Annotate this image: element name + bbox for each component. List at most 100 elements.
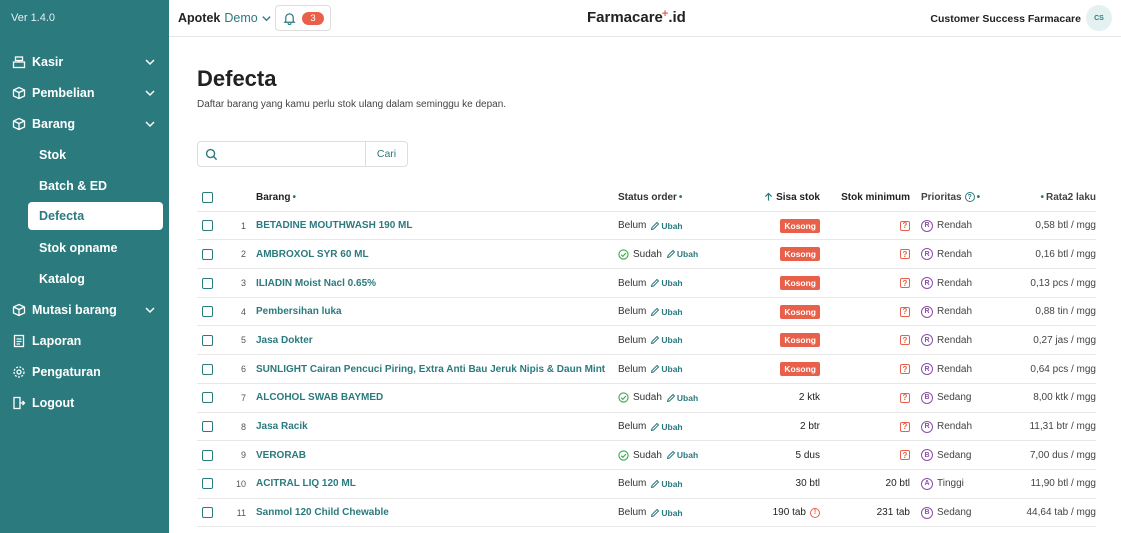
- question-icon[interactable]: ?: [900, 220, 910, 231]
- header-prioritas[interactable]: Prioritas? •: [921, 183, 980, 211]
- sisa-stok: Kosong: [780, 326, 820, 354]
- table-row[interactable]: 2 AMBROXOL SYR 60 ML Sudah Ubah Kosong? R Rend…: [197, 240, 1096, 270]
- sidebar-item-stok[interactable]: Stok: [0, 139, 169, 170]
- chevron-down-icon[interactable]: [144, 118, 156, 130]
- item-name-link[interactable]: Pembersihan luka: [256, 298, 342, 326]
- item-name-link[interactable]: VERORAB: [256, 441, 306, 469]
- row-checkbox[interactable]: [202, 240, 214, 268]
- header-stok-minimum[interactable]: Stok minimum: [841, 183, 910, 211]
- row-checkbox[interactable]: [202, 441, 214, 469]
- table-row[interactable]: 7 ALCOHOL SWAB BAYMED Sudah Ubah 2 ktk? B Seda…: [197, 384, 1096, 413]
- row-checkbox[interactable]: [202, 298, 214, 326]
- stok-minimum[interactable]: 231 tab: [877, 499, 910, 527]
- item-name-link[interactable]: ACITRAL LIQ 120 ML: [256, 470, 356, 498]
- row-checkbox[interactable]: [202, 499, 214, 527]
- sidebar-item-mutasi-barang[interactable]: Mutasi barang: [0, 294, 169, 325]
- table-row[interactable]: 8 Jasa Racik Belum Ubah 2 btr? R Rendah 11,31 b…: [197, 413, 1096, 442]
- prioritas: R Rendah: [921, 240, 972, 268]
- table-row[interactable]: 10 ACITRAL LIQ 120 ML Belum Ubah 30 btl 20 bt…: [197, 470, 1096, 499]
- question-icon[interactable]: ?: [900, 249, 910, 260]
- sidebar-item-laporan[interactable]: Laporan: [0, 325, 169, 356]
- edit-status-button[interactable]: Ubah: [666, 249, 698, 259]
- question-icon[interactable]: ?: [900, 306, 910, 317]
- stok-minimum[interactable]: ?: [900, 212, 910, 240]
- question-icon[interactable]: ?: [900, 335, 910, 346]
- sidebar-item-defecta[interactable]: Defecta: [28, 202, 163, 230]
- notifications-button[interactable]: 3: [275, 5, 331, 31]
- sidebar-item-stok-opname[interactable]: Stok opname: [0, 232, 169, 263]
- row-checkbox[interactable]: [202, 384, 214, 412]
- sisa-stok: Kosong: [780, 240, 820, 268]
- item-name-link[interactable]: ALCOHOL SWAB BAYMED: [256, 384, 383, 412]
- stok-minimum[interactable]: ?: [900, 298, 910, 326]
- question-icon[interactable]: ?: [900, 450, 910, 461]
- question-icon[interactable]: ?: [900, 421, 910, 432]
- edit-status-button[interactable]: Ubah: [650, 508, 683, 518]
- item-name-link[interactable]: Jasa Dokter: [256, 326, 313, 354]
- header-status-order[interactable]: Status order •: [618, 183, 682, 211]
- item-name-link[interactable]: AMBROXOL SYR 60 ML: [256, 240, 369, 268]
- priority-icon: R: [921, 420, 933, 433]
- question-icon[interactable]: ?: [900, 364, 910, 375]
- table-row[interactable]: 11 Sanmol 120 Child Chewable Belum Ubah 190 …: [197, 499, 1096, 528]
- item-name-link[interactable]: SUNLIGHT Cairan Pencuci Piring, Extra An…: [256, 355, 605, 383]
- stok-minimum[interactable]: ?: [900, 413, 910, 441]
- edit-status-button[interactable]: Ubah: [666, 393, 698, 403]
- edit-status-button[interactable]: Ubah: [650, 479, 683, 489]
- item-name-link[interactable]: ILIADIN Moist Nacl 0.65%: [256, 269, 376, 297]
- select-all-checkbox[interactable]: [202, 183, 214, 211]
- store-selector[interactable]: Apotek Demo: [178, 11, 272, 25]
- stok-minimum[interactable]: ?: [900, 240, 910, 268]
- question-icon[interactable]: ?: [900, 278, 910, 289]
- item-name-link[interactable]: Sanmol 120 Child Chewable: [256, 499, 389, 527]
- sidebar-item-pembelian[interactable]: Pembelian: [0, 77, 169, 108]
- row-checkbox[interactable]: [202, 355, 214, 383]
- help-icon[interactable]: ?: [964, 192, 975, 202]
- edit-status-button[interactable]: Ubah: [650, 335, 683, 345]
- table-row[interactable]: 5 Jasa Dokter Belum Ubah Kosong? R Rendah 0,27 …: [197, 326, 1096, 356]
- stok-minimum[interactable]: ?: [900, 441, 910, 469]
- chevron-down-icon[interactable]: [144, 87, 156, 99]
- sidebar-item-pengaturan[interactable]: Pengaturan: [0, 356, 169, 387]
- edit-status-button[interactable]: Ubah: [650, 422, 683, 432]
- row-checkbox[interactable]: [202, 269, 214, 297]
- item-name-link[interactable]: Jasa Racik: [256, 413, 308, 441]
- stok-minimum[interactable]: ?: [900, 355, 910, 383]
- chevron-down-icon[interactable]: [144, 56, 156, 68]
- edit-status-button[interactable]: Ubah: [650, 278, 683, 288]
- row-checkbox[interactable]: [202, 212, 214, 240]
- table-row[interactable]: 3 ILIADIN Moist Nacl 0.65% Belum Ubah Kosong…: [197, 269, 1096, 298]
- sidebar-item-kasir[interactable]: Kasir: [0, 46, 169, 77]
- header-rata2-laku[interactable]: • Rata2 laku: [1038, 183, 1096, 211]
- edit-status-button[interactable]: Ubah: [650, 221, 683, 231]
- header-sisa-stok[interactable]: Sisa stok: [764, 183, 820, 211]
- stok-minimum[interactable]: ?: [900, 326, 910, 354]
- search-field[interactable]: [197, 141, 366, 167]
- search-button[interactable]: Cari: [365, 141, 408, 167]
- question-icon[interactable]: ?: [900, 392, 910, 403]
- chevron-down-icon[interactable]: [144, 304, 156, 316]
- user-name[interactable]: Customer Success Farmacare: [930, 13, 1081, 25]
- table-row[interactable]: 6 SUNLIGHT Cairan Pencuci Piring, Extra A…: [197, 355, 1096, 384]
- sort-up-icon: [765, 192, 773, 201]
- table-row[interactable]: 4 Pembersihan luka Belum Ubah Kosong? R Rendah…: [197, 298, 1096, 327]
- row-checkbox[interactable]: [202, 413, 214, 441]
- row-checkbox[interactable]: [202, 470, 214, 498]
- sidebar-item-batch-ed[interactable]: Batch & ED: [0, 170, 169, 201]
- item-name-link[interactable]: BETADINE MOUTHWASH 190 ML: [256, 212, 413, 240]
- table-row[interactable]: 1 BETADINE MOUTHWASH 190 ML Belum Ubah Koson…: [197, 212, 1096, 241]
- sidebar-item-logout[interactable]: Logout: [0, 387, 169, 418]
- search-input[interactable]: [222, 145, 362, 163]
- table-row[interactable]: 9 VERORAB Sudah Ubah 5 dus? B Sedang 7,00 dus /…: [197, 441, 1096, 470]
- stok-minimum[interactable]: 20 btl: [886, 470, 910, 498]
- stok-minimum[interactable]: ?: [900, 269, 910, 297]
- avatar[interactable]: CS: [1086, 5, 1112, 31]
- edit-status-button[interactable]: Ubah: [650, 364, 683, 374]
- stok-minimum[interactable]: ?: [900, 384, 910, 412]
- sidebar-item-barang[interactable]: Barang: [0, 108, 169, 139]
- edit-status-button[interactable]: Ubah: [666, 450, 698, 460]
- row-checkbox[interactable]: [202, 326, 214, 354]
- sidebar-item-katalog[interactable]: Katalog: [0, 263, 169, 294]
- header-barang[interactable]: Barang •: [256, 183, 296, 211]
- edit-status-button[interactable]: Ubah: [650, 307, 683, 317]
